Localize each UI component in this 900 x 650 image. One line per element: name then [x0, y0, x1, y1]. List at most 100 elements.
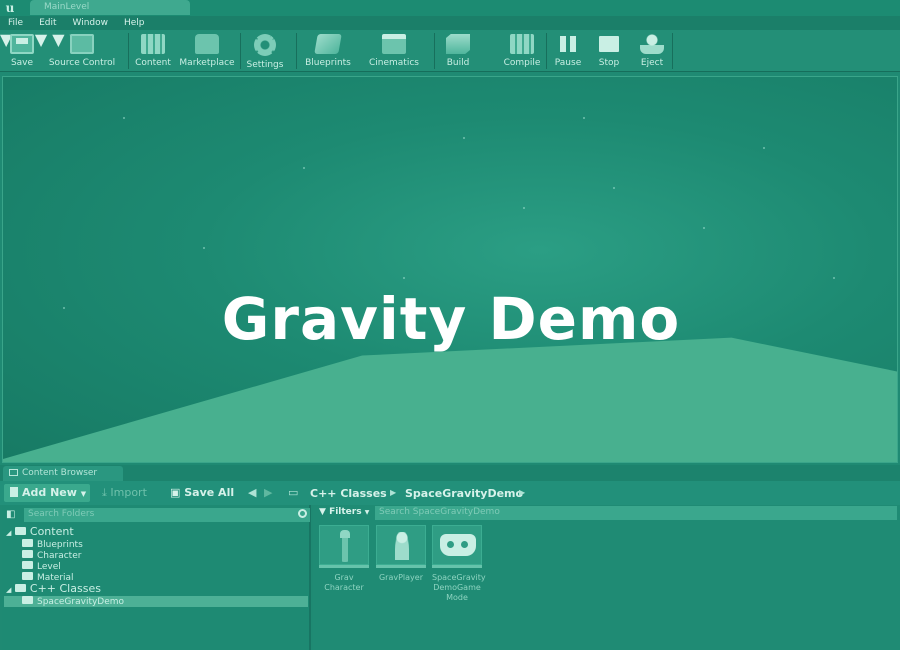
menu-file[interactable]: File: [0, 16, 31, 30]
tree-item-cpp-classes[interactable]: ◢ C++ Classes: [6, 582, 101, 595]
menu-edit[interactable]: Edit: [31, 16, 64, 30]
add-new-button[interactable]: Add New ▼: [4, 484, 90, 502]
content-browser-tab-label: Content Browser: [22, 468, 98, 478]
folder-icon: [14, 527, 26, 535]
asset-name: SpaceGravity DemoGame Mode: [432, 573, 486, 602]
build-label: Build: [446, 58, 470, 68]
source-control-label: Source Control: [48, 58, 116, 68]
pause-icon: [556, 34, 580, 54]
toolbar-separator: [546, 33, 547, 69]
menu-window[interactable]: Window: [65, 16, 117, 30]
viewport-title: Gravity Demo: [221, 285, 681, 353]
source-control-button[interactable]: Source Control: [44, 30, 120, 70]
compile-icon: [510, 34, 534, 54]
folder-icon: [22, 572, 33, 580]
save-button[interactable]: Save: [4, 30, 40, 70]
blueprints-label: Blueprints: [305, 58, 351, 68]
save-icon: [10, 34, 34, 54]
folder-icon: [14, 584, 26, 592]
new-page-icon: [10, 487, 18, 497]
menu-help[interactable]: Help: [116, 16, 153, 30]
settings-icon: [254, 34, 276, 56]
eject-icon: [640, 34, 664, 54]
build-icon: [446, 34, 470, 54]
eject-button[interactable]: Eject: [634, 30, 670, 70]
add-new-label: Add New: [22, 486, 77, 499]
search-icon: [298, 509, 307, 518]
stop-label: Stop: [598, 58, 620, 68]
blueprints-button[interactable]: Blueprints: [302, 30, 354, 70]
build-button[interactable]: Build: [440, 30, 476, 70]
folder-open-icon[interactable]: ▭: [288, 486, 298, 499]
tree-item-label: Blueprints: [37, 540, 83, 550]
toolbar-separator: [672, 33, 673, 69]
import-button[interactable]: ⤓ Import: [102, 484, 147, 502]
filters-label: Filters: [329, 507, 362, 517]
main-toolbar: Save Source Control ▼ Content Marketplac…: [0, 30, 900, 72]
toolbar-separator: [296, 33, 297, 69]
asset-tile-spacegravity-demogame-mode[interactable]: SpaceGravity DemoGame Mode: [432, 525, 486, 603]
tree-item-label: Content: [29, 525, 74, 538]
asset-type-bar: [319, 565, 369, 568]
tree-item-character[interactable]: Character: [22, 550, 81, 561]
cinematics-button[interactable]: Cinematics: [366, 30, 422, 70]
asset-thumbnail: [376, 525, 426, 565]
tree-item-level[interactable]: Level: [22, 561, 61, 572]
character-icon: [340, 530, 350, 562]
save-all-icon: ▣: [170, 486, 181, 499]
breadcrumb-spacegravitydemo[interactable]: SpaceGravityDemo: [405, 487, 523, 500]
unreal-logo-icon: u: [5, 1, 15, 15]
content-icon: [141, 34, 165, 54]
folder-tree-panel: ◧ Search Folders ◢ Content Blueprints Ch…: [2, 505, 311, 650]
title-bar: u MainLevel: [0, 0, 900, 16]
content-button[interactable]: Content: [132, 30, 174, 70]
breadcrumb-cpp-classes[interactable]: C++ Classes: [310, 487, 387, 500]
back-arrow-icon[interactable]: ◀: [248, 486, 256, 499]
settings-button[interactable]: Settings: [244, 30, 286, 70]
forward-arrow-icon[interactable]: ▶: [264, 486, 272, 499]
folder-icon: [22, 561, 33, 569]
tree-item-spacegravitydemo[interactable]: SpaceGravityDemo: [22, 596, 124, 607]
stop-button[interactable]: Stop: [592, 30, 626, 70]
asset-type-bar: [432, 565, 482, 568]
level-tab[interactable]: MainLevel: [30, 0, 190, 15]
asset-tile-gravplayer[interactable]: GravPlayer: [376, 525, 426, 583]
expand-arrow-icon: ◢: [6, 529, 12, 537]
chevron-down-icon: ▼: [364, 509, 370, 516]
ground-plane: [3, 337, 897, 462]
save-all-button[interactable]: ▣ Save All: [170, 484, 234, 502]
blueprints-icon: [314, 34, 342, 54]
tree-item-blueprints[interactable]: Blueprints: [22, 539, 83, 550]
settings-label: Settings: [246, 60, 284, 70]
tree-item-content[interactable]: ◢ Content: [6, 525, 74, 538]
level-viewport[interactable]: Gravity Demo: [2, 76, 898, 463]
save-label: Save: [10, 58, 34, 68]
asset-tile-grav-character[interactable]: Grav Character: [319, 525, 369, 593]
content-browser-icon: [9, 469, 18, 476]
menu-bar: File Edit Window Help: [0, 16, 900, 30]
compile-button[interactable]: Compile: [500, 30, 544, 70]
import-label: Import: [110, 486, 147, 499]
asset-view-panel: ▼ Filters ▼ Search SpaceGravityDemo Grav…: [313, 505, 900, 650]
content-browser-toolbar: Add New ▼ ⤓ Import ▣ Save All ◀ ▶ ▭ C++ …: [0, 481, 900, 505]
asset-type-bar: [376, 565, 426, 568]
breadcrumb-more-icon[interactable]: ▶: [519, 488, 525, 497]
marketplace-label: Marketplace: [179, 58, 235, 68]
cpp-folder-icon: [22, 596, 33, 604]
search-assets-input[interactable]: Search SpaceGravityDemo: [375, 506, 897, 520]
content-browser-tab[interactable]: Content Browser: [3, 466, 123, 481]
marketplace-button[interactable]: Marketplace: [178, 30, 236, 70]
search-folders-placeholder: Search Folders: [28, 509, 95, 519]
asset-thumbnail: [319, 525, 369, 565]
pawn-icon: [395, 532, 409, 560]
filters-button[interactable]: ▼ Filters ▼: [319, 507, 369, 517]
pause-button[interactable]: Pause: [550, 30, 586, 70]
cinematics-icon: [382, 34, 406, 54]
search-folders-input[interactable]: Search Folders: [24, 508, 310, 522]
content-browser-tabbar: Content Browser: [0, 465, 900, 481]
search-assets-placeholder: Search SpaceGravityDemo: [379, 507, 500, 517]
stop-icon: [597, 34, 621, 54]
toolbar-separator: [128, 33, 129, 69]
sources-toggle-icon[interactable]: ◧: [6, 509, 15, 520]
tree-item-label: Level: [37, 562, 61, 572]
